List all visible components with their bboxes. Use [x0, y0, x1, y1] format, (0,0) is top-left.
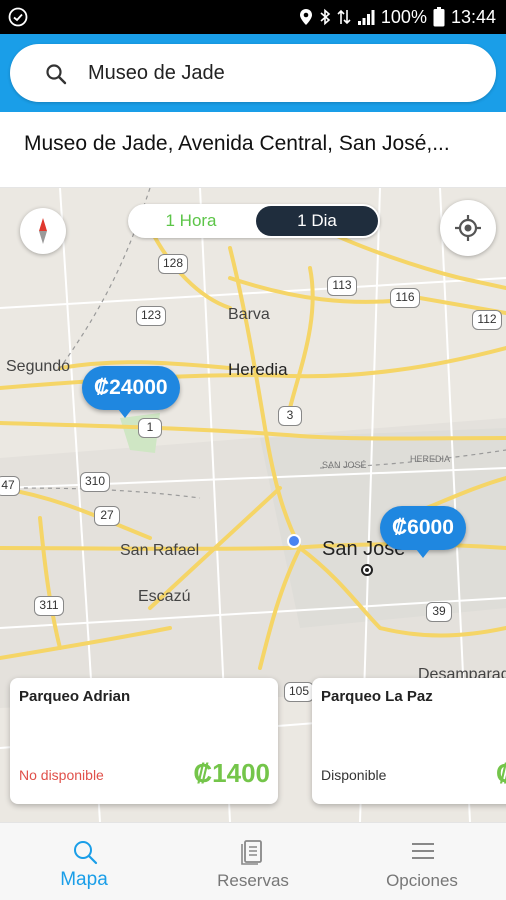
nav-item-mapa[interactable]: Mapa	[0, 823, 168, 900]
search-suggestion[interactable]: Museo de Jade, Avenida Central, San José…	[0, 112, 506, 188]
route-shield: 116	[390, 288, 420, 308]
battery-icon	[433, 7, 445, 27]
route-shield: 105	[284, 682, 314, 702]
map-label-barva: Barva	[228, 306, 270, 323]
parking-price: ₡1400	[193, 758, 270, 788]
parking-price: ₡	[496, 758, 506, 788]
map-road-label-san-jose: SAN JOSÉ	[322, 460, 367, 470]
search-bar[interactable]	[10, 44, 496, 102]
parking-status: Disponible	[321, 767, 387, 783]
map-label-san-rafael: San Rafael	[120, 542, 200, 559]
nav-item-reservas[interactable]: Reservas	[169, 823, 337, 900]
clock: 13:44	[450, 6, 496, 27]
nav-label: Reservas	[217, 871, 289, 890]
price-pin[interactable]: ₡6000	[380, 506, 466, 558]
map-label-escazu: Escazú	[138, 588, 191, 605]
parking-card[interactable]: Parqueo Adrian No disponible ₡1400	[10, 678, 278, 804]
status-bar: 100% 13:44	[0, 0, 506, 34]
my-location-button[interactable]	[440, 200, 496, 256]
route-shield: 47	[0, 476, 20, 496]
toggle-option-day[interactable]: 1 Dia	[256, 206, 378, 236]
price-pin[interactable]: ₡24000	[82, 366, 180, 418]
check-circle-icon	[8, 7, 28, 27]
menu-icon	[412, 843, 434, 859]
search-input[interactable]	[88, 56, 468, 90]
current-location-dot	[287, 534, 301, 548]
map-label-segundo: Segundo	[6, 358, 71, 375]
duration-toggle: 1 Hora 1 Dia	[128, 204, 380, 238]
parking-name: Parqueo Adrian	[19, 688, 131, 705]
route-shield: 311	[34, 596, 64, 616]
route-shield: 310	[80, 472, 110, 492]
route-shield: 39	[426, 602, 452, 622]
nav-label: Mapa	[60, 869, 108, 890]
route-shield: 113	[327, 276, 357, 296]
parking-card[interactable]: Parqueo La Paz Disponible ₡	[312, 678, 506, 804]
route-shield: 112	[472, 310, 502, 330]
data-transfer-icon	[337, 9, 351, 25]
search-icon	[74, 841, 98, 865]
compass-button[interactable]	[20, 208, 66, 254]
parking-status: No disponible	[19, 767, 104, 783]
nav-item-opciones[interactable]: Opciones	[338, 823, 506, 900]
map-road-label-heredia: HEREDIA	[410, 454, 451, 464]
parking-name: Parqueo La Paz	[321, 688, 433, 705]
map-view[interactable]: Barva Heredia Segundo San Rafael Escazú …	[0, 188, 506, 822]
bottom-navigation: Mapa Reservas Opciones	[0, 822, 506, 900]
signal-icon	[357, 10, 375, 25]
route-shield: 128	[158, 254, 188, 274]
nav-label: Opciones	[386, 871, 458, 890]
route-shield: 3	[278, 406, 302, 426]
route-shield: 1	[138, 418, 162, 438]
battery-level: 100%	[380, 6, 427, 27]
route-shield: 27	[94, 506, 120, 526]
location-icon	[299, 9, 312, 25]
document-icon	[241, 840, 262, 865]
route-shield: 123	[136, 306, 166, 326]
compass-icon	[39, 218, 47, 244]
search-header	[0, 34, 506, 112]
crosshair-icon	[455, 215, 481, 241]
search-icon[interactable]	[44, 62, 68, 86]
toggle-option-hour[interactable]: 1 Hora	[128, 204, 254, 238]
suggestion-text: Museo de Jade, Avenida Central, San José…	[24, 132, 450, 155]
bluetooth-icon	[320, 8, 331, 26]
map-label-heredia: Heredia	[228, 360, 288, 379]
